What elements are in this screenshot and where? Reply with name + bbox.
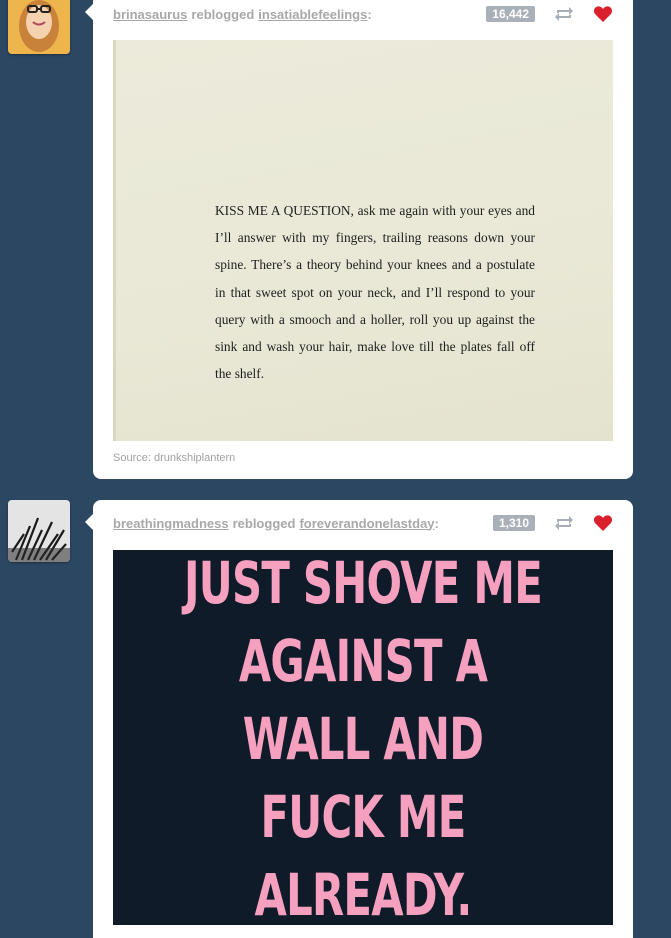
avatar-image [8, 500, 70, 562]
reblogged-label: reblogged [191, 6, 255, 22]
avatar-image [8, 0, 70, 54]
avatar-brinasaurus[interactable] [8, 0, 70, 54]
source-blog-link[interactable]: insatiablefeelings [258, 7, 367, 22]
post-card-1: brinasaurus reblogged insatiablefeelings… [85, 0, 633, 479]
blogger-link[interactable]: brinasaurus [113, 7, 187, 22]
post-card-2: breathingmadness reblogged foreverandone… [85, 500, 633, 938]
page-edge [113, 40, 116, 441]
heart-icon[interactable] [593, 5, 613, 23]
post-header: brinasaurus reblogged insatiablefeelings… [113, 4, 613, 24]
avatar-breathingmadness[interactable] [8, 500, 70, 562]
quote-poster-photo[interactable]: JUST SHOVE ME AGAINST A WALL AND FUCK ME… [113, 549, 613, 929]
reblog-icon[interactable] [553, 5, 575, 23]
book-page-photo[interactable]: KISS ME A QUESTION, ask me again with yo… [113, 40, 613, 441]
reblog-icon[interactable] [553, 514, 575, 532]
source-blog-link[interactable]: foreverandonelastday [299, 516, 434, 531]
reblogged-label: reblogged [232, 515, 296, 531]
post-header: breathingmadness reblogged foreverandone… [113, 513, 613, 533]
header-separator: : [367, 6, 372, 22]
heart-icon[interactable] [593, 514, 613, 532]
source-attribution[interactable]: Source: drunkshiplantern [113, 452, 235, 464]
notes-count-badge[interactable]: 1,310 [492, 515, 535, 531]
notes-count-badge[interactable]: 16,442 [486, 6, 535, 22]
blogger-link[interactable]: breathingmadness [113, 516, 229, 531]
header-separator: : [434, 515, 439, 531]
poster-quote-text: JUST SHOVE ME AGAINST A WALL AND FUCK ME… [183, 548, 543, 929]
dashboard: brinasaurus reblogged insatiablefeelings… [0, 0, 671, 938]
book-excerpt-text: KISS ME A QUESTION, ask me again with yo… [215, 203, 535, 382]
